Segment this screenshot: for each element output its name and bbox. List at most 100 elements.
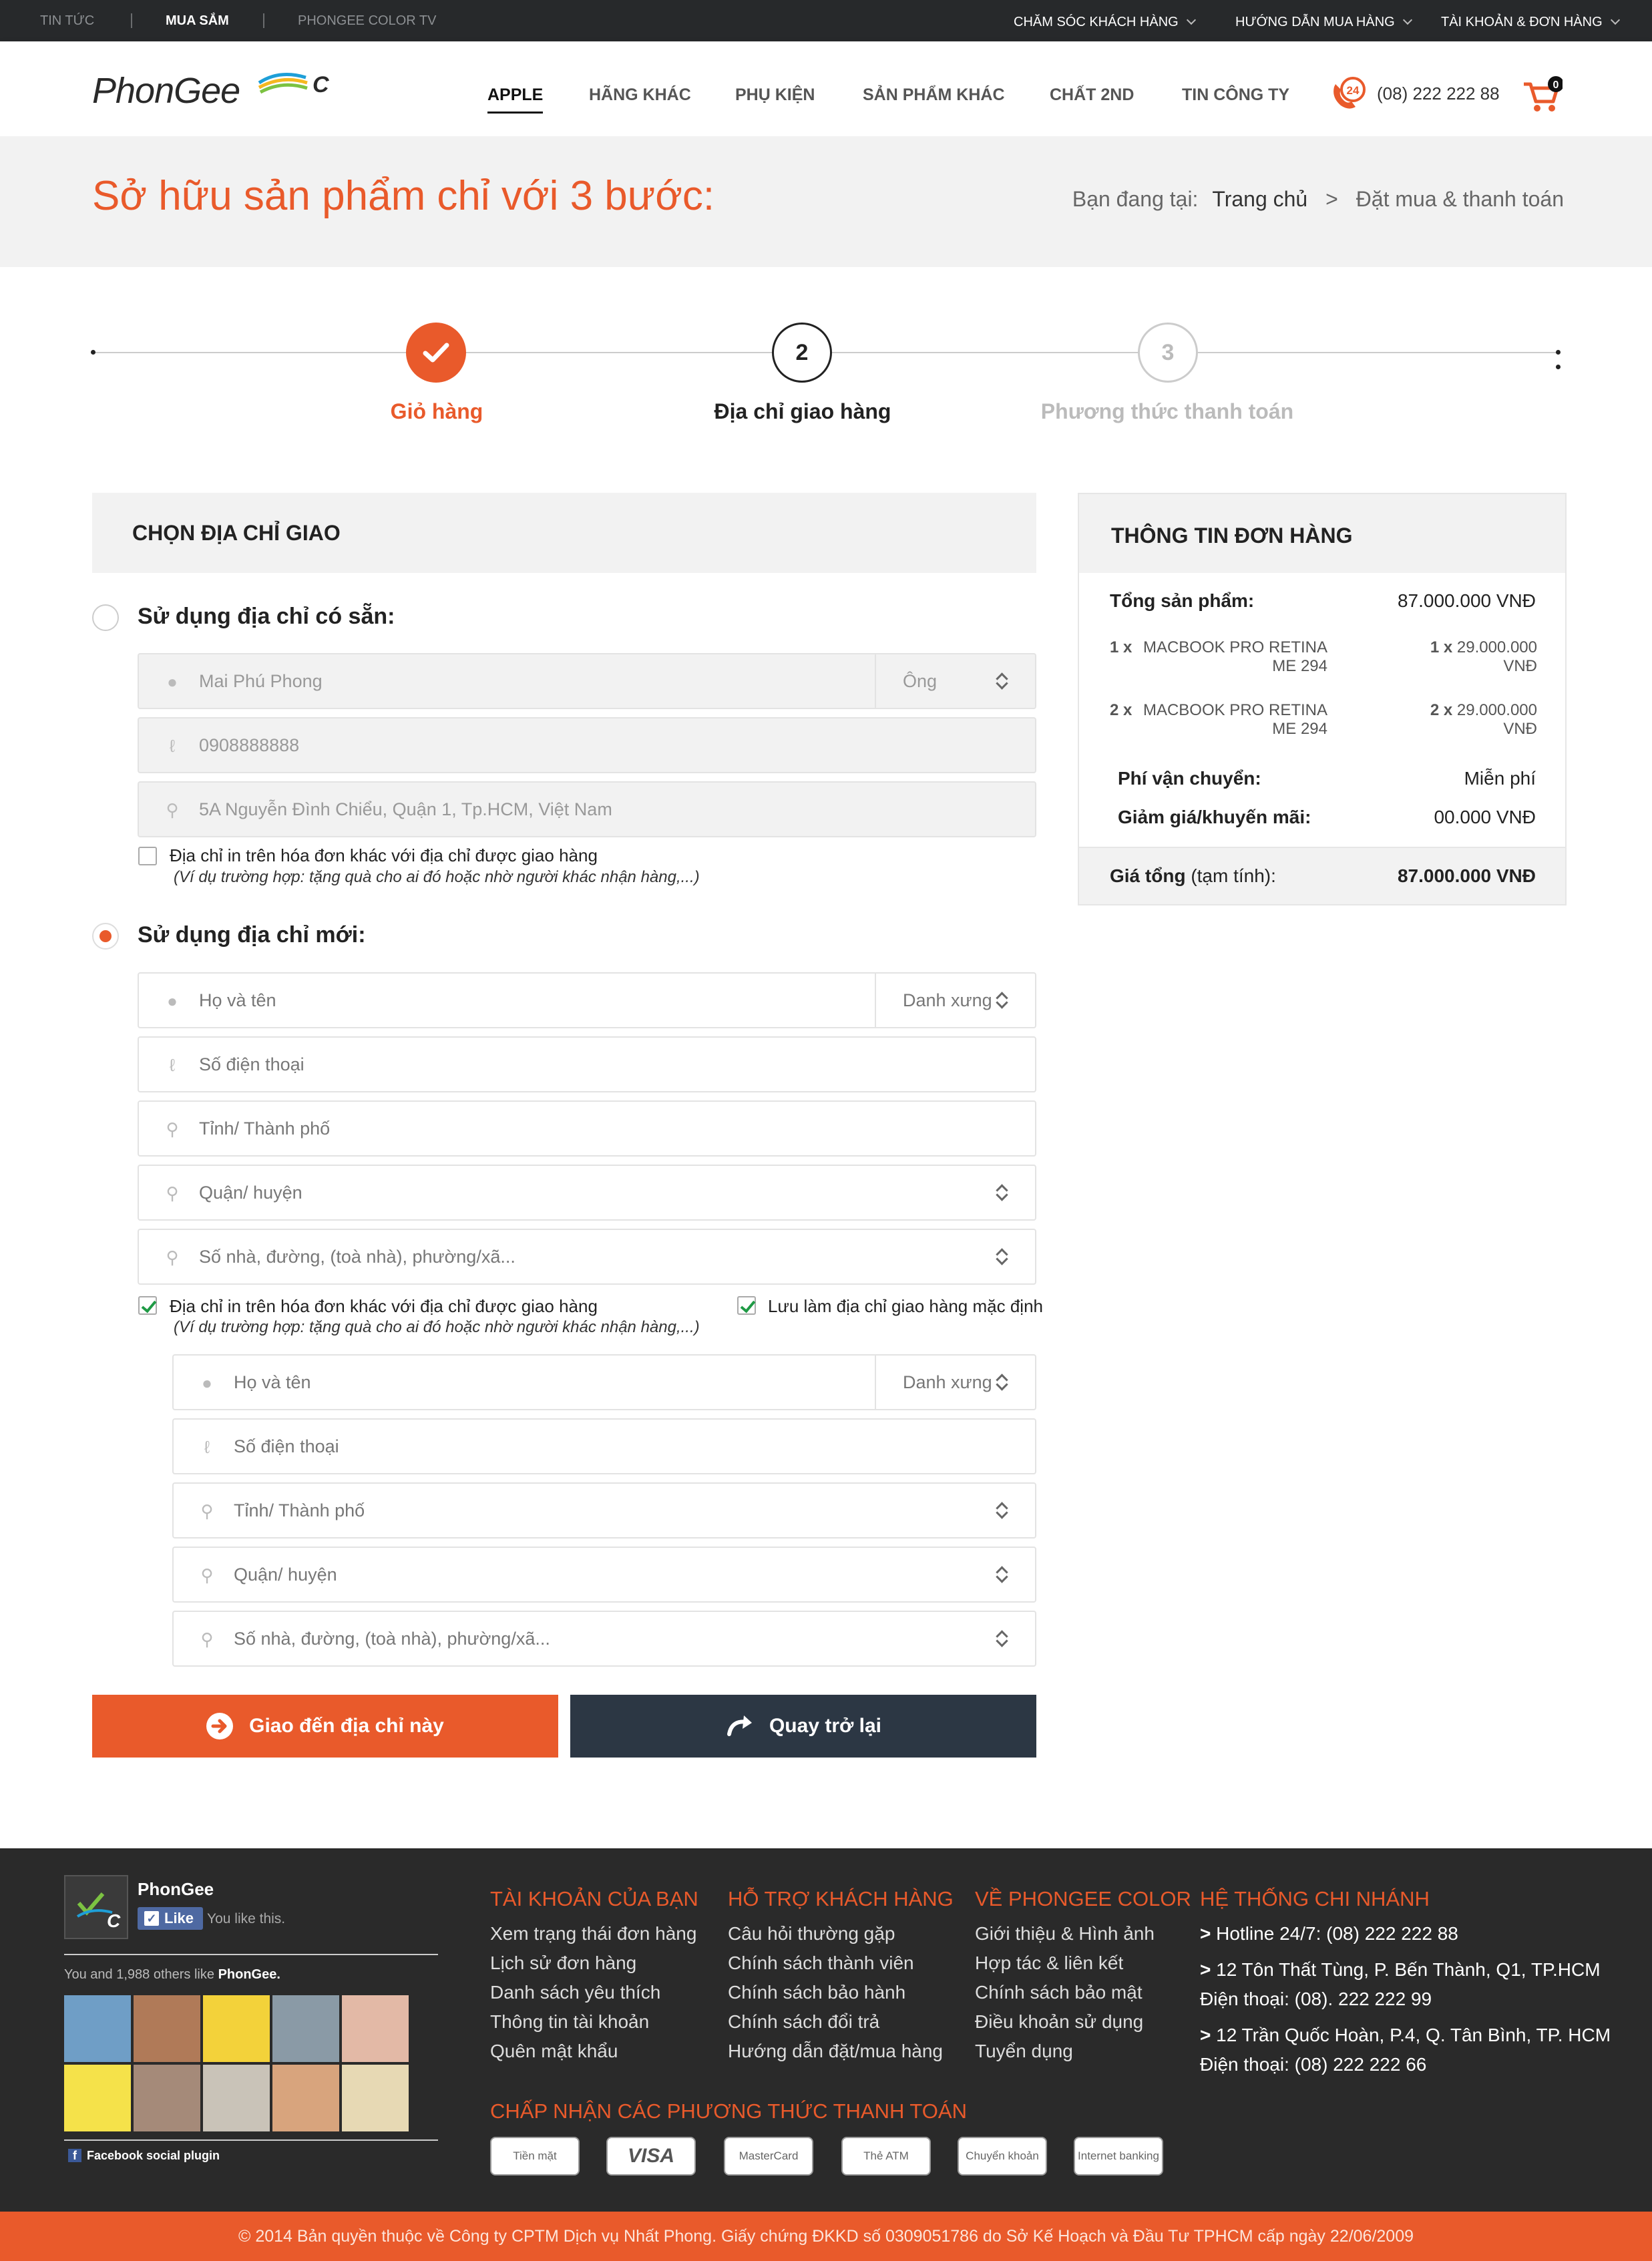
billing-title-placeholder: Danh xưng [903, 1372, 992, 1392]
fan-avatar[interactable] [203, 2065, 270, 2131]
billing-city-select[interactable]: ⚲ Tỉnh/ Thành phố [172, 1482, 1036, 1538]
fan-avatar[interactable] [203, 1995, 270, 2062]
new-phone-field[interactable]: ℓ Số điện thoại [138, 1036, 1036, 1092]
nav-other-brands[interactable]: HÃNG KHÁC [589, 85, 691, 106]
footer-link[interactable]: Tuyển dụng [975, 2041, 1073, 2062]
breadcrumb-home[interactable]: Trang chủ [1212, 187, 1307, 211]
grand-total-value: 87.000.000 VNĐ [1397, 865, 1536, 886]
new-street-select[interactable]: ⚲ Số nhà, đường, (toà nhà), phường/xã... [138, 1229, 1036, 1285]
cart-button[interactable]: 0 [1522, 75, 1564, 115]
facebook-widget: C PhonGee ✓ Like You like this. You and … [64, 1875, 438, 2169]
logo[interactable]: PhonGee C [92, 69, 333, 111]
billing-district-select[interactable]: ⚲ Quận/ huyện [172, 1547, 1036, 1603]
item-qty: 2 x [1110, 701, 1132, 719]
footer-link[interactable]: Chính sách thành viên [728, 1952, 914, 1974]
topbar-menu-guide[interactable]: HƯỚNG DẪN MUA HÀNG [1235, 0, 1412, 44]
billing-phone-field[interactable]: ℓ Số điện thoại [172, 1418, 1036, 1474]
step-2-circle: 2 [772, 323, 832, 383]
new-title-select[interactable]: Danh xưng [875, 974, 1035, 1027]
topbar-menu-account-label: TÀI KHOẢN & ĐƠN HÀNG [1441, 15, 1603, 29]
footer-link[interactable]: Giới thiệu & Hình ảnh [975, 1923, 1155, 1944]
deliver-here-button[interactable]: Giao đến địa chỉ này [92, 1695, 558, 1758]
fan-avatar[interactable] [64, 1995, 131, 2062]
footer-payment-title: CHẤP NHẬN CÁC PHƯƠNG THỨC THANH TOÁN [490, 2099, 967, 2123]
hotline[interactable]: 24 (08) 222 222 88 [1329, 75, 1500, 112]
footer-link[interactable]: Lịch sử đơn hàng [490, 1952, 636, 1974]
fan-avatar[interactable] [272, 2065, 339, 2131]
footer-link[interactable]: Chính sách bảo mật [975, 1982, 1143, 2003]
nav-apple[interactable]: APPLE [487, 85, 544, 114]
fan-avatar[interactable] [342, 1995, 409, 2062]
footer-branch-1: > 12 Tôn Thất Tùng, P. Bến Thành, Q1, TP… [1200, 1959, 1601, 1981]
footer-link[interactable]: Chính sách đổi trả [728, 2011, 879, 2033]
nav-other-products[interactable]: SẢN PHẨM KHÁC [863, 85, 1005, 106]
fan-avatar[interactable] [272, 1995, 339, 2062]
billing-title-select[interactable]: Danh xưng [875, 1356, 1035, 1409]
facebook-others-page: PhonGee. [218, 1967, 280, 1982]
order-summary: THÔNG TIN ĐƠN HÀNG Tổng sản phẩm: 87.000… [1078, 493, 1567, 905]
facebook-like-button[interactable]: ✓ Like [138, 1907, 203, 1930]
existing-name-field[interactable]: ● Mai Phú Phong Ông [138, 653, 1036, 709]
footer-link[interactable]: Chính sách bảo hành [728, 1982, 905, 2003]
billing-street-placeholder: Số nhà, đường, (toà nhà), phường/xã... [234, 1629, 550, 1649]
footer-link[interactable]: Xem trạng thái đơn hàng [490, 1923, 696, 1944]
topbar-link-tv[interactable]: PHONGEE COLOR TV [298, 0, 436, 41]
fan-avatar[interactable] [64, 2065, 131, 2131]
phone-icon: ℓ [169, 1055, 176, 1075]
steps-track-start [91, 350, 95, 355]
billing-street-select[interactable]: ⚲ Số nhà, đường, (toà nhà), phường/xã... [172, 1611, 1036, 1667]
new-district-select[interactable]: ⚲ Quận/ huyện [138, 1165, 1036, 1221]
footer-link[interactable]: Hướng dẫn đặt/mua hàng [728, 2041, 943, 2062]
facebook-page-name[interactable]: PhonGee [138, 1879, 214, 1900]
existing-title-value: Ông [903, 671, 938, 691]
checkmark-icon [423, 343, 449, 363]
new-phone-placeholder: Số điện thoại [199, 1054, 304, 1074]
footer-link[interactable]: Thông tin tài khoản [490, 2011, 649, 2033]
footer-link[interactable]: Danh sách yêu thích [490, 1982, 660, 2003]
save-default-checkbox[interactable] [737, 1296, 756, 1315]
topbar-link-news[interactable]: TIN TỨC [40, 0, 94, 41]
billing-city-placeholder: Tỉnh/ Thành phố [234, 1500, 365, 1520]
order-total-value: 87.000.000 VNĐ [1397, 590, 1536, 611]
item-name-line1: MACBOOK PRO RETINA [1143, 638, 1327, 656]
footer-link[interactable]: Điều khoản sử dụng [975, 2011, 1143, 2033]
existing-billing-checkbox[interactable] [138, 847, 157, 865]
new-address-radio[interactable] [92, 923, 119, 950]
order-item: 1 x MACBOOK PRO RETINA ME 294 1 x 29.000.… [1110, 638, 1537, 678]
cart-count: 0 [1553, 79, 1559, 91]
item-price-qty: 2 x [1430, 701, 1453, 719]
footer-link[interactable]: Câu hỏi thường gặp [728, 1923, 895, 1944]
svg-text:PhonGee: PhonGee [92, 71, 240, 110]
new-billing-checkbox[interactable] [138, 1296, 157, 1315]
topbar-menu-account[interactable]: TÀI KHOẢN & ĐƠN HÀNG [1441, 0, 1620, 44]
topbar-link-shopping[interactable]: MUA SẮM [166, 0, 229, 41]
breadcrumb-prefix: Bạn đang tại: [1072, 187, 1199, 211]
bullet-arrow: > [1200, 2025, 1211, 2045]
discount-value: 00.000 VNĐ [1434, 807, 1536, 827]
fan-avatar[interactable] [342, 2065, 409, 2131]
footer-link[interactable]: Hợp tác & liên kết [975, 1952, 1123, 1974]
discount-label: Giảm giá/khuyến mãi: [1118, 807, 1311, 827]
user-icon: ● [167, 991, 178, 1011]
fan-avatar[interactable] [134, 1995, 200, 2062]
item-name-line2: ME 294 [1272, 657, 1327, 675]
fan-avatar[interactable] [134, 2065, 200, 2131]
go-back-button[interactable]: Quay trở lại [570, 1695, 1036, 1758]
user-icon: ● [167, 672, 178, 692]
new-city-field[interactable]: ⚲ Tỉnh/ Thành phố [138, 1100, 1036, 1157]
go-back-label: Quay trở lại [769, 1715, 882, 1737]
nav-2nd[interactable]: CHẤT 2ND [1050, 85, 1134, 106]
facebook-like-label: Like [164, 1910, 194, 1926]
new-name-field[interactable]: ● Họ và tên Danh xưng [138, 972, 1036, 1028]
billing-name-field[interactable]: ● Họ và tên Danh xưng [172, 1354, 1036, 1410]
existing-phone-field[interactable]: ℓ 0908888888 [138, 717, 1036, 773]
existing-address-radio[interactable] [92, 604, 119, 631]
item-price-currency: VNĐ [1503, 657, 1537, 675]
nav-accessories[interactable]: PHỤ KIỆN [735, 85, 815, 106]
topbar-menu-care[interactable]: CHĂM SÓC KHÁCH HÀNG [1014, 0, 1196, 44]
existing-title-select[interactable]: Ông [875, 654, 1035, 708]
nav-company-news[interactable]: TIN CÔNG TY [1182, 85, 1289, 106]
existing-address-field[interactable]: ⚲ 5A Nguyễn Đình Chiểu, Quận 1, Tp.HCM, … [138, 781, 1036, 837]
updown-icon [995, 672, 1008, 690]
footer-link[interactable]: Quên mật khẩu [490, 2041, 618, 2062]
